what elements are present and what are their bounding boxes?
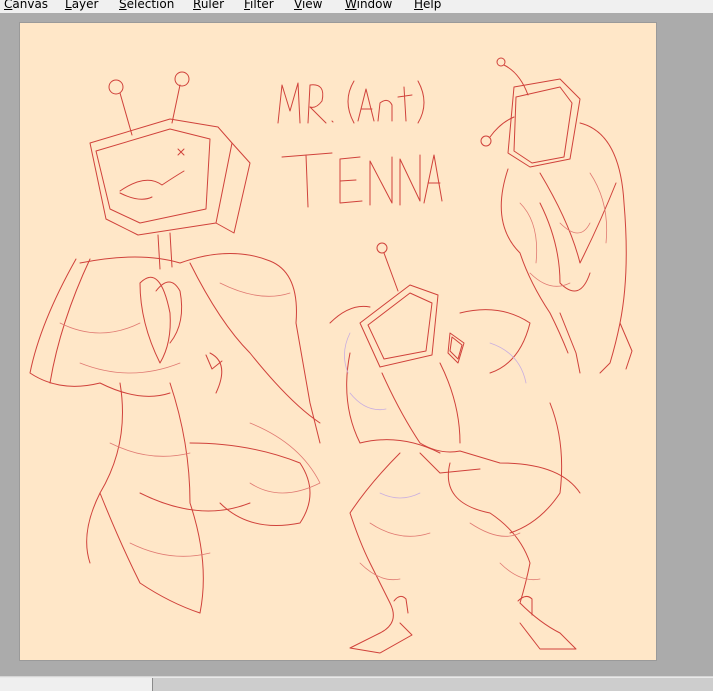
- horizontal-scrollbar[interactable]: [0, 676, 713, 691]
- menu-filter[interactable]: Filter: [244, 0, 274, 11]
- figure-crouching-middle: [329, 242, 581, 654]
- tv-screen-right: [513, 86, 573, 164]
- drawing-canvas[interactable]: [20, 23, 656, 660]
- menu-view[interactable]: View: [294, 0, 322, 11]
- figure-standing-right: [480, 57, 633, 374]
- menu-ruler[interactable]: Ruler: [193, 0, 224, 11]
- scrollbar-thumb[interactable]: [152, 678, 713, 691]
- scrollbar-track[interactable]: [0, 678, 152, 691]
- menu-bar: Canvas Layer Selection Ruler Filter View…: [0, 0, 713, 13]
- sketch-artwork: [29, 57, 633, 654]
- figure-tv-head-left: [29, 71, 321, 614]
- menu-selection[interactable]: Selection: [119, 0, 174, 11]
- canvas-workspace[interactable]: [0, 13, 713, 676]
- menu-layer[interactable]: Layer: [65, 0, 98, 11]
- menu-help[interactable]: Help: [414, 0, 441, 11]
- tv-screen-middle: [367, 292, 433, 360]
- menu-window[interactable]: Window: [345, 0, 392, 11]
- title-lettering: [277, 80, 443, 208]
- menu-canvas[interactable]: Canvas: [4, 0, 48, 11]
